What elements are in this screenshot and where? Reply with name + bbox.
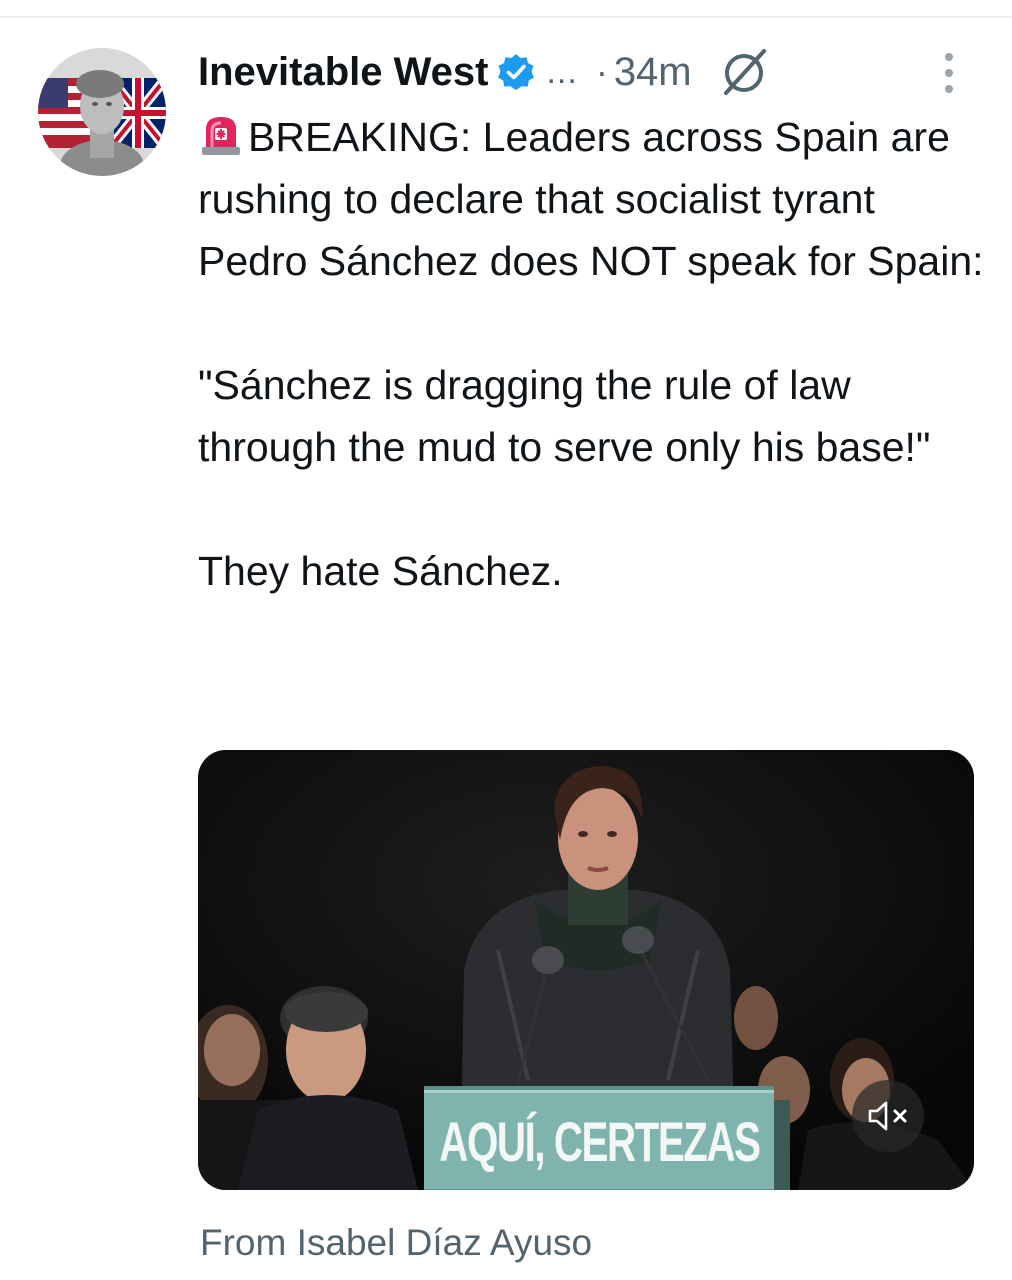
mute-button[interactable] [852, 1080, 924, 1152]
verified-badge-icon[interactable] [496, 52, 536, 92]
post-paragraph-3: They hate Sánchez. [198, 548, 563, 594]
author-display-name[interactable]: Inevitable West [198, 50, 488, 95]
dot-separator: · [595, 51, 608, 92]
video-source-label[interactable]: From Isabel Díaz Ayuso [200, 1222, 592, 1264]
police-siren-icon [198, 111, 244, 157]
mute-icon [868, 1101, 907, 1131]
podium-sign: AQUÍ, CERTEZAS [424, 1090, 774, 1189]
handle-truncation: ... [546, 52, 578, 91]
statue-avatar-image [38, 48, 166, 176]
post-text: BREAKING: Leaders across Spain are rushi… [198, 106, 988, 602]
post-header: Inevitable West ... · 34m [198, 40, 988, 104]
post-paragraph-2: "Sánchez is dragging the rule of law thr… [198, 362, 931, 470]
podium-sign-text: AQUÍ, CERTEZAS [438, 1109, 761, 1173]
post-timestamp[interactable]: 34m [614, 50, 692, 95]
post-paragraph-1: BREAKING: Leaders across Spain are rushi… [198, 106, 988, 292]
grok-icon[interactable] [718, 45, 772, 99]
post-paragraph-1-text: BREAKING: Leaders across Spain are rushi… [198, 114, 984, 284]
top-divider [0, 16, 1012, 18]
more-options-icon[interactable] [936, 50, 962, 96]
video-player[interactable]: AQUÍ, CERTEZAS [198, 750, 974, 1190]
author-avatar[interactable] [38, 48, 166, 176]
